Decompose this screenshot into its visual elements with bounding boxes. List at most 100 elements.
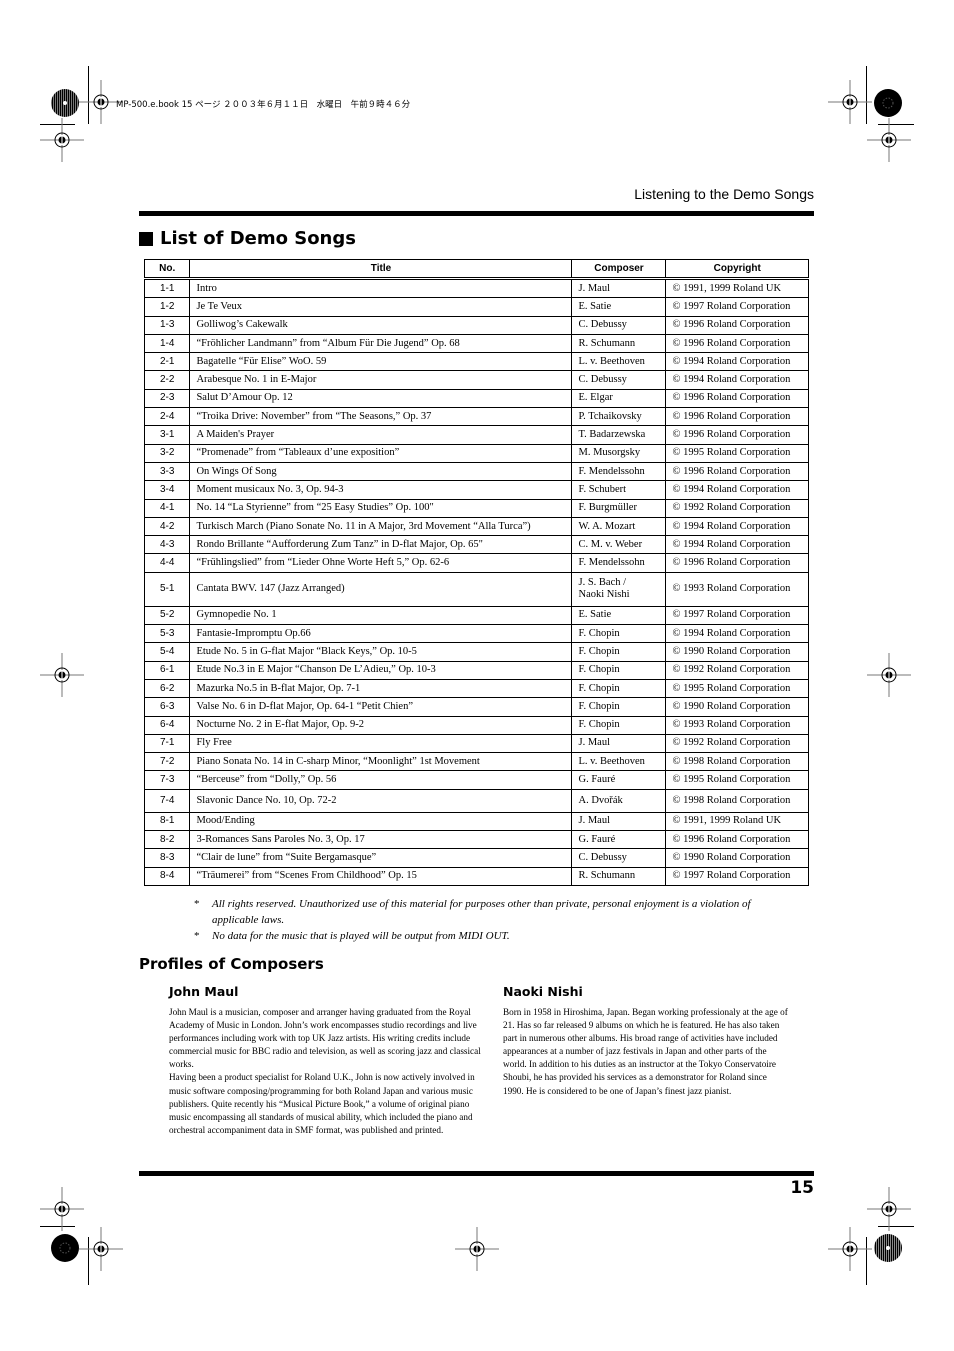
- table-row: 1-3 Golliwog’s Cakewalk C. Debussy © 1996 R…: [143, 315, 809, 335]
- cell-composer: J. Maul: [571, 811, 667, 832]
- cell-copyright: © 1996 Roland Corporation: [665, 553, 809, 573]
- registration-mark-icon: [40, 118, 84, 162]
- cell-copyright: © 1995 Roland Corporation: [665, 443, 809, 463]
- table-row: 5-4 Etude No. 5 in G-flat Major “Black Ke…: [143, 642, 809, 662]
- cell-title: Etude No.3 in E Major “Chanson De L’Adie…: [189, 660, 573, 680]
- cell-copyright: © 1995 Roland Corporation: [665, 770, 809, 790]
- cell-copyright: © 1990 Roland Corporation: [665, 642, 809, 662]
- cell-no: 7-2: [143, 752, 191, 772]
- footnotes: * All rights reserved. Unauthorized use …: [194, 896, 754, 944]
- cell-no: 2-2: [143, 370, 191, 390]
- registration-mark-icon: [828, 80, 872, 124]
- table-row: 2-2 Arabesque No. 1 in E-Major C. Debussy ©…: [143, 370, 809, 390]
- cell-no: 3-2: [143, 443, 191, 463]
- cell-no: 1-4: [143, 333, 191, 354]
- table-row: 5-1 Cantata BWV. 147 (Jazz Arranged) J. S.…: [143, 571, 809, 607]
- table-header-row: No. Title Composer Copyright: [143, 259, 809, 280]
- cell-no: 8-4: [143, 866, 191, 886]
- cell-no: 7-4: [143, 788, 191, 813]
- column-header-title: Title: [189, 259, 573, 280]
- cell-composer: F. Chopin: [571, 642, 667, 662]
- cell-no: 3-4: [143, 480, 191, 500]
- cell-composer: P. Tchaikovsky: [571, 407, 667, 427]
- table-row: 8-1 Mood/Ending J. Maul © 1991, 1999 Roland…: [143, 811, 809, 832]
- footnote-mark: *: [194, 930, 200, 942]
- cell-no: 6-1: [143, 660, 191, 680]
- cell-copyright: © 1990 Roland Corporation: [665, 848, 809, 868]
- cell-no: 5-2: [143, 605, 191, 626]
- cell-copyright: © 1996 Roland Corporation: [665, 315, 809, 335]
- running-head: Listening to the Demo Songs: [634, 186, 814, 202]
- table-row: 4-4 “Frühlingslied” from “Lieder Ohne Wor…: [143, 553, 809, 573]
- registration-mark-icon: [828, 1227, 872, 1271]
- cell-no: 5-3: [143, 624, 191, 644]
- header-rule: [139, 211, 814, 216]
- bio-paragraph: John Maul is a musician, composer and ar…: [169, 1007, 481, 1070]
- table-row: 6-1 Etude No.3 in E Major “Chanson De L’A…: [143, 660, 809, 680]
- cell-copyright: © 1994 Roland Corporation: [665, 535, 809, 555]
- cell-copyright: © 1994 Roland Corporation: [665, 516, 809, 537]
- cell-composer: F. Chopin: [571, 660, 667, 680]
- cell-title: A Maiden's Prayer: [189, 425, 573, 445]
- cell-composer: E. Satie: [571, 297, 667, 317]
- cell-no: 4-3: [143, 535, 191, 555]
- cell-copyright: © 1992 Roland Corporation: [665, 498, 809, 518]
- table-row: 3-4 Moment musicaux No. 3, Op. 94-3 F. Sch…: [143, 480, 809, 500]
- cell-copyright: © 1996 Roland Corporation: [665, 830, 809, 850]
- density-target-icon: [873, 88, 903, 118]
- cell-copyright: © 1995 Roland Corporation: [665, 678, 809, 699]
- table-row: 6-2 Mazurka No.5 in B-flat Major, Op. 7-1…: [143, 678, 809, 699]
- registration-mark-icon: [867, 1187, 911, 1231]
- cell-title: Salut D’Amour Op. 12: [189, 388, 573, 409]
- cell-no: 5-1: [143, 571, 191, 607]
- cell-title: Arabesque No. 1 in E-Major: [189, 370, 573, 390]
- table-row: 7-3 “Berceuse” from “Dolly,” Op. 56 G. Fau…: [143, 770, 809, 790]
- cell-title: Fly Free: [189, 733, 573, 754]
- cell-title: “Frühlingslied” from “Lieder Ohne Worte …: [189, 553, 573, 573]
- demo-songs-table: No. Title Composer Copyright 1-1 Intro J. …: [143, 259, 809, 886]
- cell-composer: L. v. Beethoven: [571, 752, 667, 772]
- print-header: MP-500.e.book 15 ページ ２００３年６月１１日 水曜日 午前９時…: [116, 100, 411, 110]
- cell-title: Je Te Veux: [189, 297, 573, 317]
- cell-copyright: © 1996 Roland Corporation: [665, 333, 809, 354]
- cell-title: Slavonic Dance No. 10, Op. 72-2: [189, 788, 573, 813]
- table-row: 4-3 Rondo Brillante “Aufforderung Zum Tan…: [143, 535, 809, 555]
- cell-composer: F. Chopin: [571, 624, 667, 644]
- cell-copyright: © 1994 Roland Corporation: [665, 352, 809, 372]
- cell-composer: F. Mendelssohn: [571, 553, 667, 573]
- table-row: 3-3 On Wings Of Song F. Mendelssohn © 1996 …: [143, 461, 809, 482]
- registration-mark-icon: [40, 1187, 84, 1231]
- table-row: 8-4 “Träumerei” from “Scenes From Childho…: [143, 866, 809, 886]
- cell-title: Mazurka No.5 in B-flat Major, Op. 7-1: [189, 678, 573, 699]
- footnote-mark: *: [194, 898, 200, 910]
- composer-name-naoki-nishi: Naoki Nishi: [503, 984, 583, 999]
- cell-title: “Fröhlicher Landmann” from “Album Für Di…: [189, 333, 573, 354]
- composer-bio-john-maul: John Maul is a musician, composer and ar…: [169, 1006, 487, 1137]
- cell-no: 3-1: [143, 425, 191, 445]
- cell-copyright: © 1997 Roland Corporation: [665, 605, 809, 626]
- cell-copyright: © 1994 Roland Corporation: [665, 480, 809, 500]
- cell-composer: J. Maul: [571, 277, 667, 299]
- cell-copyright: © 1993 Roland Corporation: [665, 715, 809, 735]
- table-row: 8-3 “Clair de lune” from “Suite Bergamasq…: [143, 848, 809, 868]
- table-row: 3-1 A Maiden's Prayer T. Badarzewska © 1996…: [143, 425, 809, 445]
- square-bullet-icon: [139, 231, 153, 246]
- cell-no: 5-4: [143, 642, 191, 662]
- table-row: 1-1 Intro J. Maul © 1991, 1999 Roland UK: [143, 277, 809, 299]
- table-row: 2-3 Salut D’Amour Op. 12 E. Elgar © 1996 Ro…: [143, 388, 809, 409]
- cell-composer: E. Elgar: [571, 388, 667, 409]
- cell-title: On Wings Of Song: [189, 461, 573, 482]
- cell-copyright: © 1992 Roland Corporation: [665, 733, 809, 754]
- cell-no: 1-2: [143, 297, 191, 317]
- footnote-text: All rights reserved. Unauthorized use of…: [212, 898, 751, 926]
- cell-title: Bagatelle “Für Elise” WoO. 59: [189, 352, 573, 372]
- page-number: 15: [790, 1178, 814, 1198]
- footnote-text: No data for the music that is played wil…: [212, 930, 510, 942]
- cell-composer: F. Mendelssohn: [571, 461, 667, 482]
- density-target-icon: [50, 1233, 80, 1263]
- registration-mark-icon: [867, 653, 911, 697]
- cell-no: 1-3: [143, 315, 191, 335]
- section-title-text: List of Demo Songs: [160, 228, 356, 249]
- cell-composer: J. Maul: [571, 733, 667, 754]
- table-row: 8-2 3-Romances Sans Paroles No. 3, Op. 17…: [143, 830, 809, 850]
